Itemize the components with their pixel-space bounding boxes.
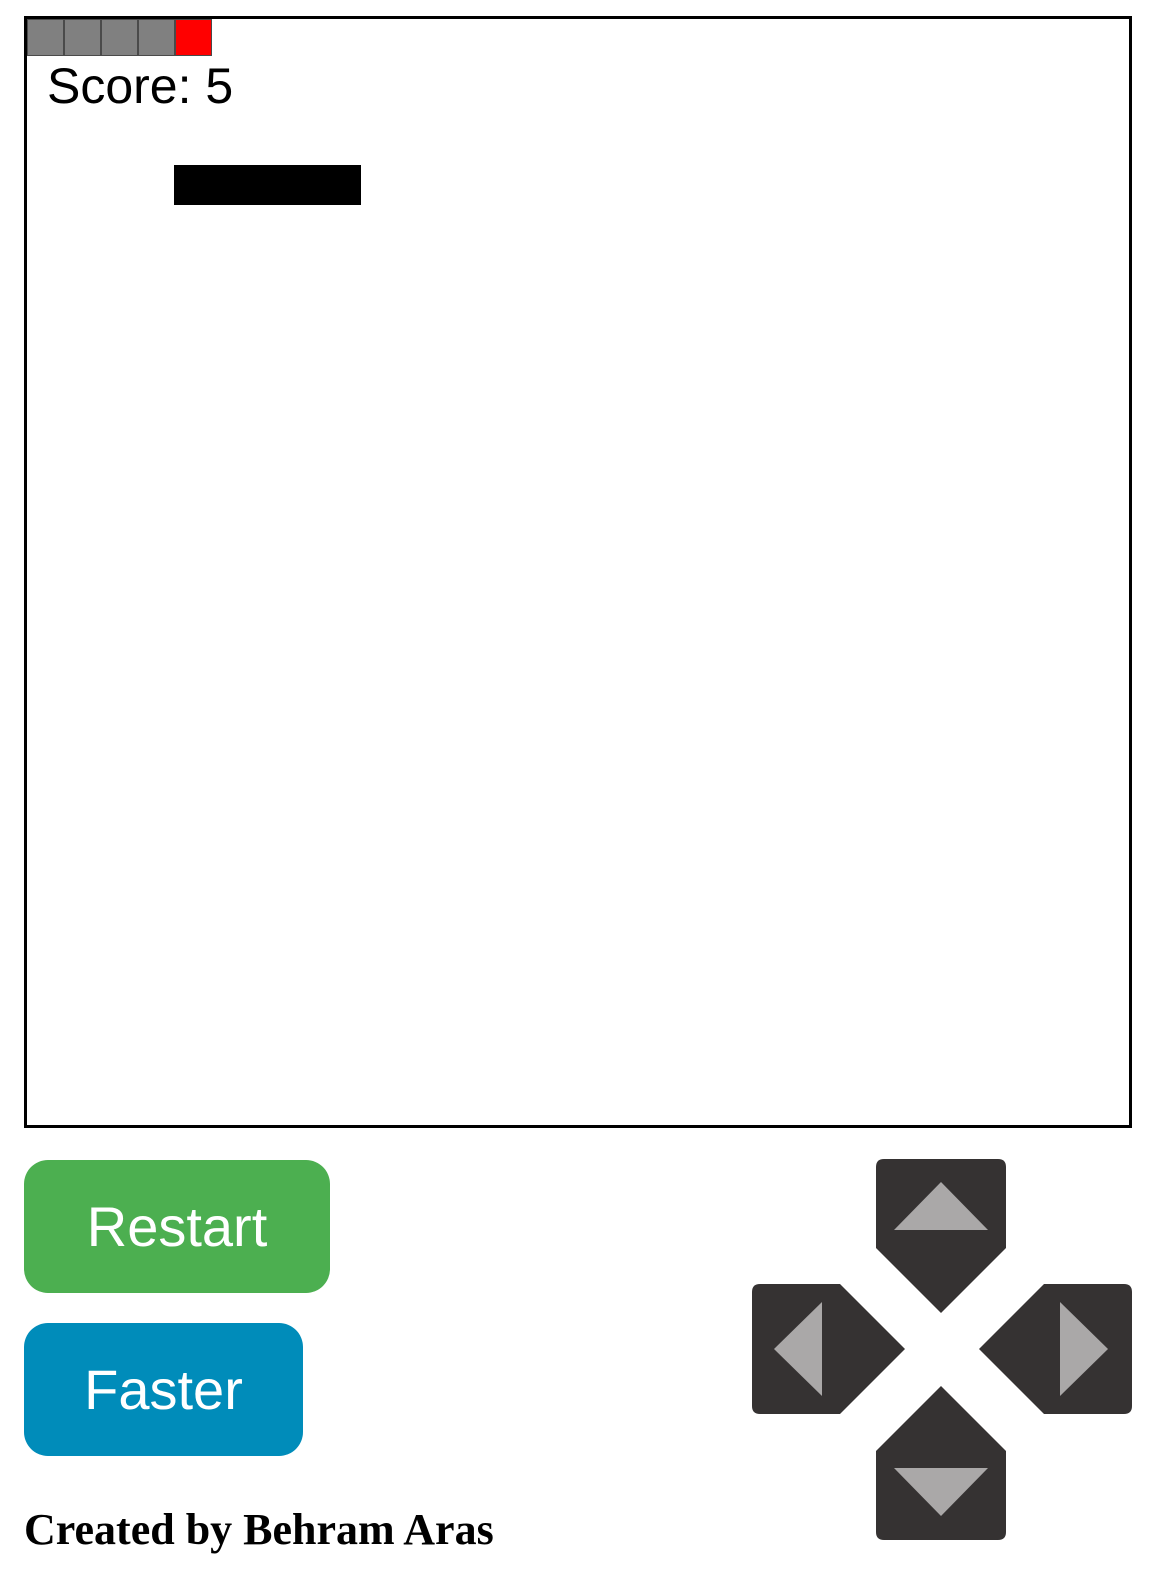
left-button[interactable] — [752, 1284, 905, 1414]
up-button[interactable] — [876, 1159, 1006, 1313]
snake-head — [175, 19, 212, 56]
down-button[interactable] — [876, 1386, 1006, 1540]
snake-body-segment — [101, 19, 138, 56]
author-credit: Created by Behram Aras — [24, 1505, 494, 1554]
restart-button[interactable]: Restart — [24, 1160, 330, 1293]
game-board: Score: 5 — [24, 16, 1132, 1128]
score-display: Score: 5 — [47, 58, 234, 114]
snake-body-segment — [27, 19, 64, 56]
snake-body-segment — [64, 19, 101, 56]
obstacle-block — [174, 165, 361, 205]
faster-button[interactable]: Faster — [24, 1323, 303, 1456]
direction-pad — [752, 1159, 1132, 1540]
right-button[interactable] — [979, 1284, 1132, 1414]
snake-body-segment — [138, 19, 175, 56]
